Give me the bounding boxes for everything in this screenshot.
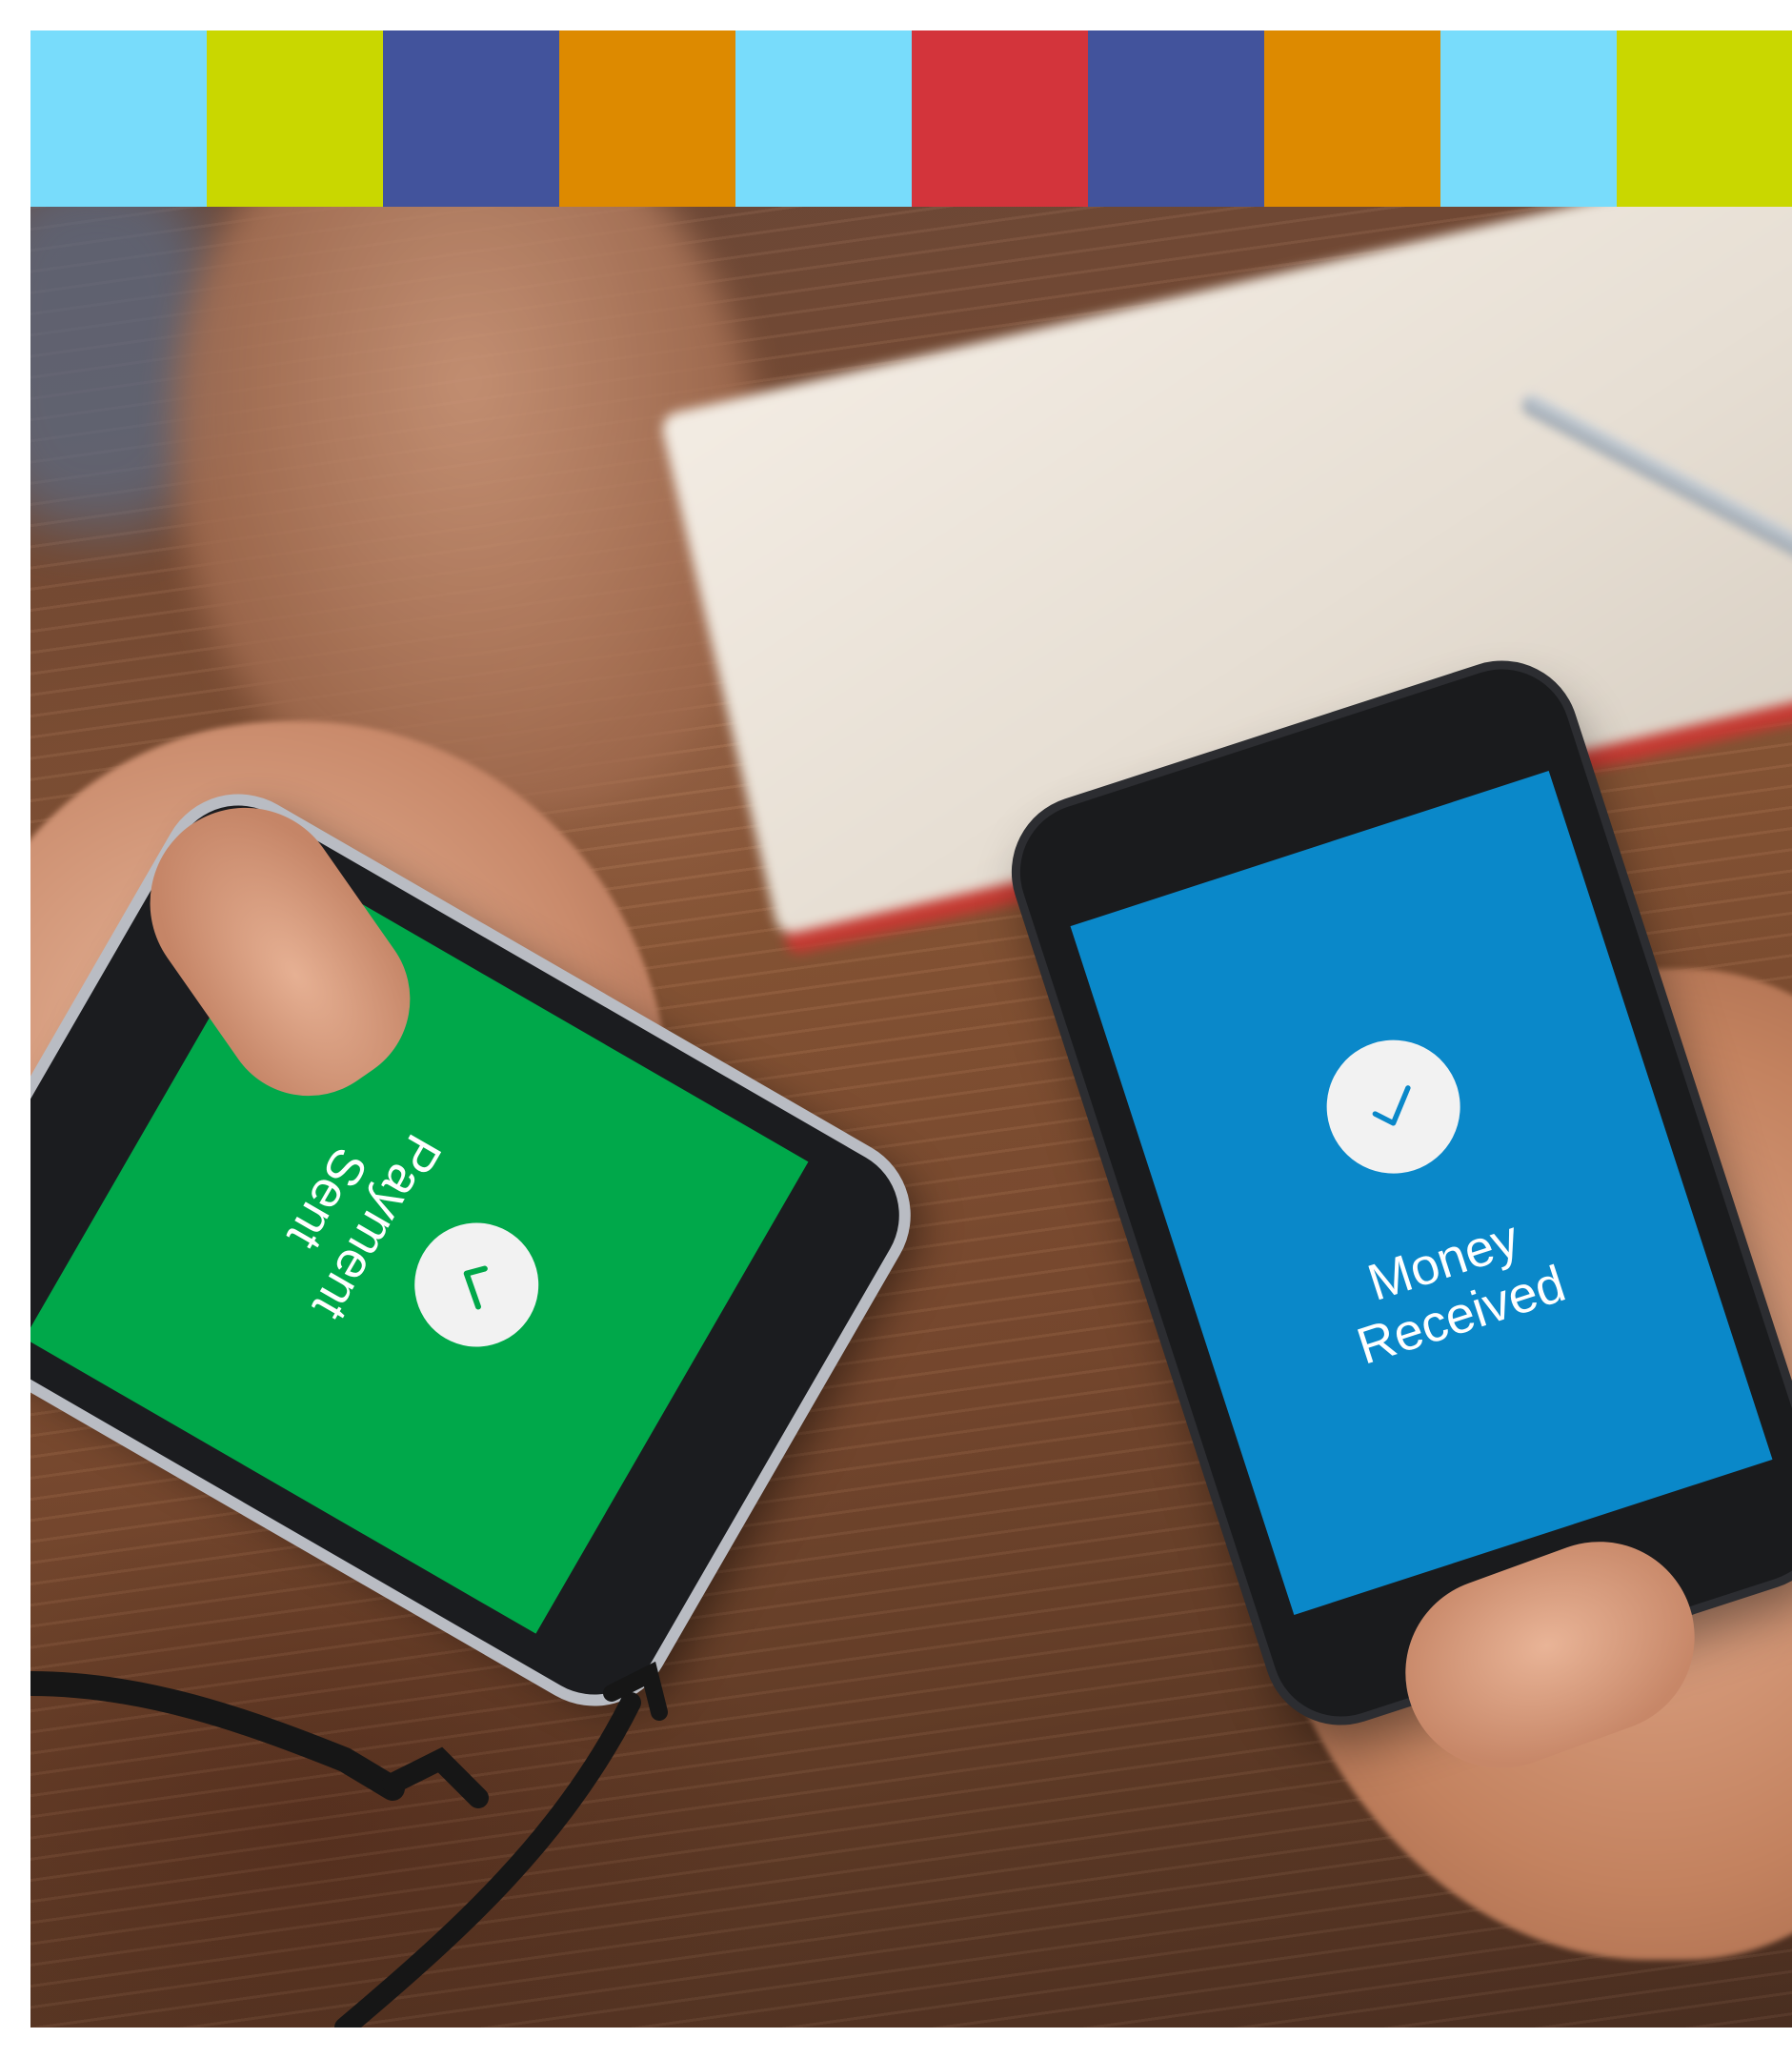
color-block-10 (1617, 30, 1792, 207)
color-block-5 (735, 30, 912, 207)
check-circle-icon (1309, 1022, 1478, 1191)
color-block-9 (1440, 30, 1617, 207)
color-block-6 (912, 30, 1088, 207)
color-stripe-banner (30, 30, 1792, 207)
color-block-8 (1264, 30, 1440, 207)
color-block-3 (383, 30, 559, 207)
color-block-4 (559, 30, 735, 207)
check-icon (1372, 1085, 1411, 1126)
photo-payment-transfer: Payment Sent Money Received (30, 207, 1792, 2028)
color-block-2 (207, 30, 383, 207)
color-block-7 (1088, 30, 1264, 207)
color-block-1 (30, 30, 207, 207)
stage: Payment Sent Money Received (0, 0, 1792, 2058)
check-icon (463, 1265, 488, 1310)
check-circle-icon (392, 1200, 562, 1370)
eyeglasses (30, 1661, 668, 2028)
